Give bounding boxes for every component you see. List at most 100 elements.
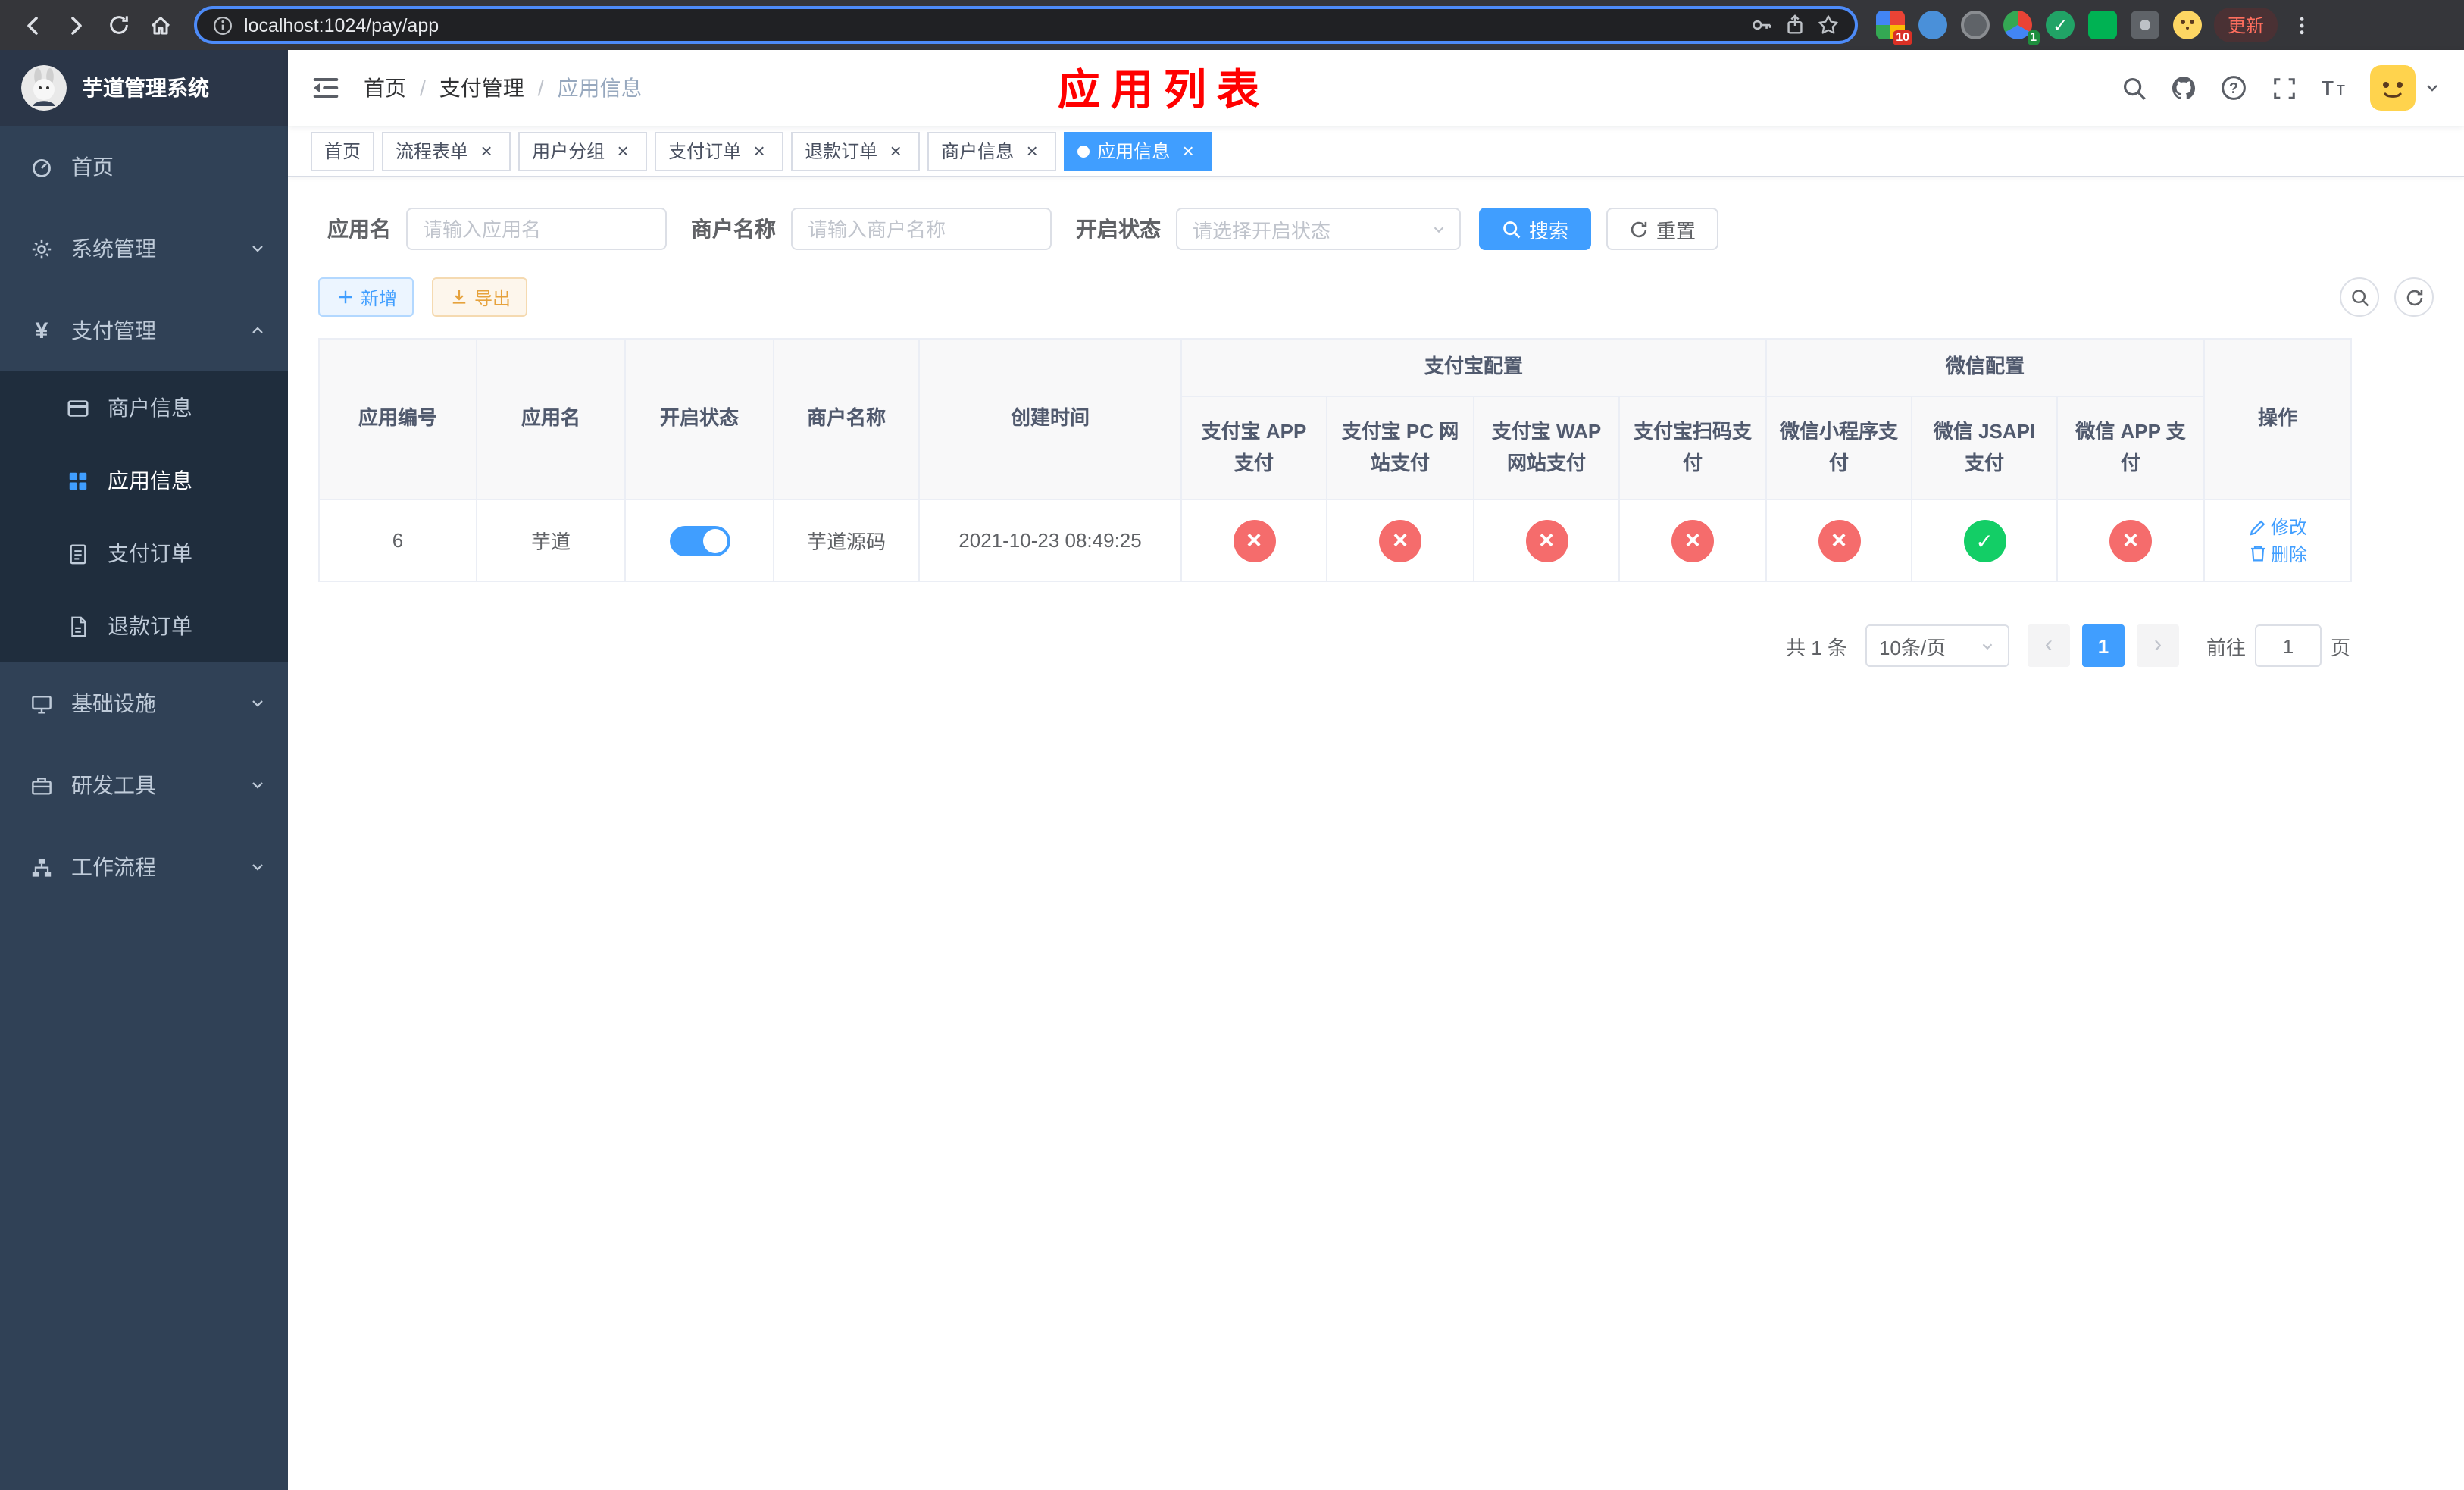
fullscreen-icon[interactable] <box>2270 74 2297 102</box>
toggle-search-button[interactable] <box>2340 277 2379 317</box>
col-app-name: 应用名 <box>476 338 626 500</box>
chevron-down-icon <box>249 776 267 794</box>
app-table: 应用编号 应用名 开启状态 商户名称 创建时间 支付宝配置 微信配置 操作 支付… <box>318 338 2353 582</box>
trash-icon <box>2248 544 2266 562</box>
extension-face-icon[interactable] <box>2173 11 2202 39</box>
svg-text:?: ? <box>2229 80 2238 97</box>
card-icon <box>67 396 89 419</box>
col-actions: 操作 <box>2203 338 2353 500</box>
extension-profile-icon[interactable]: 1 <box>2003 11 2040 45</box>
merchant-name-label: 商户名称 <box>691 217 776 241</box>
tab-home[interactable]: 首页 <box>311 131 375 171</box>
extension-green-square-icon[interactable] <box>2088 11 2117 39</box>
extension-blue-icon[interactable] <box>1918 11 1947 39</box>
breadcrumb-home[interactable]: 首页 <box>364 73 406 103</box>
next-page-button[interactable]: › <box>2136 624 2179 667</box>
status-toggle[interactable] <box>669 525 730 556</box>
col-wx-app: 微信 APP 支付 <box>2056 396 2206 500</box>
col-wx-lite: 微信小程序支付 <box>1765 396 1913 500</box>
url-text[interactable]: localhost:1024/pay/app <box>244 14 1740 36</box>
search-form: 应用名 商户名称 开启状态 请选择开启状态 <box>318 208 2434 250</box>
extension-green-check-icon[interactable]: ✓ <box>2046 11 2075 39</box>
close-icon[interactable]: × <box>749 139 770 161</box>
browser-refresh-icon[interactable] <box>97 4 139 46</box>
hamburger-icon[interactable] <box>311 73 341 103</box>
sidebar-logo[interactable]: 芋道管理系统 <box>0 50 288 126</box>
sidebar-item-infra[interactable]: 基础设施 <box>0 662 288 744</box>
tab-merchant-info[interactable]: 商户信息 × <box>927 131 1057 171</box>
status-select[interactable]: 请选择开启状态 <box>1176 208 1461 250</box>
sidebar-item-payment[interactable]: ¥ 支付管理 <box>0 290 288 371</box>
app-name-input[interactable] <box>406 208 667 250</box>
breadcrumb-payment[interactable]: 支付管理 <box>439 73 524 103</box>
user-avatar[interactable] <box>2370 65 2416 111</box>
profile-badge: 1 <box>2027 30 2040 45</box>
col-create-time: 创建时间 <box>918 338 1182 500</box>
sidebar: 芋道管理系统 首页 系统管理 ¥ 支付管理 商户信息 应用信息 支付订单 退款订… <box>0 50 288 1490</box>
search-button[interactable]: 搜索 <box>1479 208 1592 250</box>
sidebar-item-app-info[interactable]: 应用信息 <box>0 444 288 517</box>
close-icon[interactable]: × <box>612 139 633 161</box>
tab-app-info[interactable]: 应用信息 × <box>1064 131 1213 171</box>
col-status: 开启状态 <box>624 338 774 500</box>
close-icon[interactable]: × <box>1177 139 1199 161</box>
reset-button[interactable]: 重置 <box>1606 208 1719 250</box>
page-size-select[interactable]: 10条/页 <box>1865 624 2009 667</box>
tab-user-group[interactable]: 用户分组 × <box>518 131 648 171</box>
browser-back-icon[interactable] <box>12 4 55 46</box>
merchant-name-input[interactable] <box>791 208 1052 250</box>
svg-text:T: T <box>2322 77 2334 99</box>
refresh-table-button[interactable] <box>2394 277 2434 317</box>
delete-button[interactable]: 删除 <box>2248 540 2307 566</box>
close-icon[interactable]: × <box>885 139 906 161</box>
goto-page-input[interactable] <box>2254 624 2322 667</box>
tab-refund-order[interactable]: 退款订单 × <box>791 131 921 171</box>
table-row: 6 芋道 芋道源码 2021-10-23 08:49:25 × × × × × <box>318 499 2353 582</box>
pagination-total: 共 1 条 <box>1786 636 1847 659</box>
tab-pay-order[interactable]: 支付订单 × <box>655 131 784 171</box>
chrome-update-button[interactable]: 更新 <box>2214 8 2278 42</box>
alipay-qr-status-icon: × <box>1671 519 1714 562</box>
monitor-icon <box>30 692 53 715</box>
extension-dark-icon[interactable] <box>1961 11 1990 39</box>
edit-button[interactable]: 修改 <box>2248 514 2307 540</box>
browser-menu-icon[interactable] <box>2287 4 2317 46</box>
sidebar-item-home[interactable]: 首页 <box>0 126 288 208</box>
tab-process-form[interactable]: 流程表单 × <box>382 131 511 171</box>
sidebar-item-refund-order[interactable]: 退款订单 <box>0 590 288 662</box>
col-alipay-wap: 支付宝 WAP 网站支付 <box>1473 396 1620 500</box>
address-bar[interactable]: localhost:1024/pay/app <box>194 6 1858 44</box>
share-icon[interactable] <box>1784 14 1806 36</box>
wx-app-status-icon: × <box>2109 519 2153 562</box>
font-size-icon[interactable]: TT <box>2320 74 2347 102</box>
page-number-button[interactable]: 1 <box>2081 624 2125 667</box>
app-page: 芋道管理系统 首页 系统管理 ¥ 支付管理 商户信息 应用信息 支付订单 退款订… <box>0 50 2464 1490</box>
search-icon[interactable] <box>2120 74 2147 102</box>
browser-home-icon[interactable] <box>139 4 182 46</box>
gear-icon <box>30 237 53 260</box>
github-icon[interactable] <box>2170 74 2197 102</box>
breadcrumb-app-info: 应用信息 <box>557 76 643 100</box>
export-button[interactable]: 导出 <box>432 277 528 317</box>
sidebar-item-devtools[interactable]: 研发工具 <box>0 744 288 826</box>
close-icon[interactable]: × <box>1021 139 1043 161</box>
help-icon[interactable]: ? <box>2220 74 2247 102</box>
sidebar-item-workflow[interactable]: 工作流程 <box>0 826 288 908</box>
user-menu[interactable] <box>2370 65 2441 111</box>
sidebar-item-merchant-info[interactable]: 商户信息 <box>0 371 288 444</box>
prev-page-button[interactable]: ‹ <box>2027 624 2070 667</box>
chevron-down-icon <box>249 239 267 258</box>
sidebar-item-system[interactable]: 系统管理 <box>0 208 288 290</box>
password-key-icon[interactable] <box>1750 14 1773 36</box>
extension-adblock-icon[interactable]: 10 <box>1876 11 1912 45</box>
browser-forward-icon[interactable] <box>55 4 97 46</box>
add-button[interactable]: 新增 <box>318 277 414 317</box>
navbar-actions: ? TT <box>2120 65 2441 111</box>
bookmark-star-icon[interactable] <box>1817 14 1840 36</box>
pager: ‹ 1 › <box>2027 624 2179 667</box>
dashboard-icon <box>30 155 53 178</box>
site-info-icon[interactable] <box>212 14 233 36</box>
close-icon[interactable]: × <box>476 139 497 161</box>
sidebar-item-pay-order[interactable]: 支付订单 <box>0 517 288 590</box>
extension-pin-icon[interactable] <box>2131 11 2159 39</box>
